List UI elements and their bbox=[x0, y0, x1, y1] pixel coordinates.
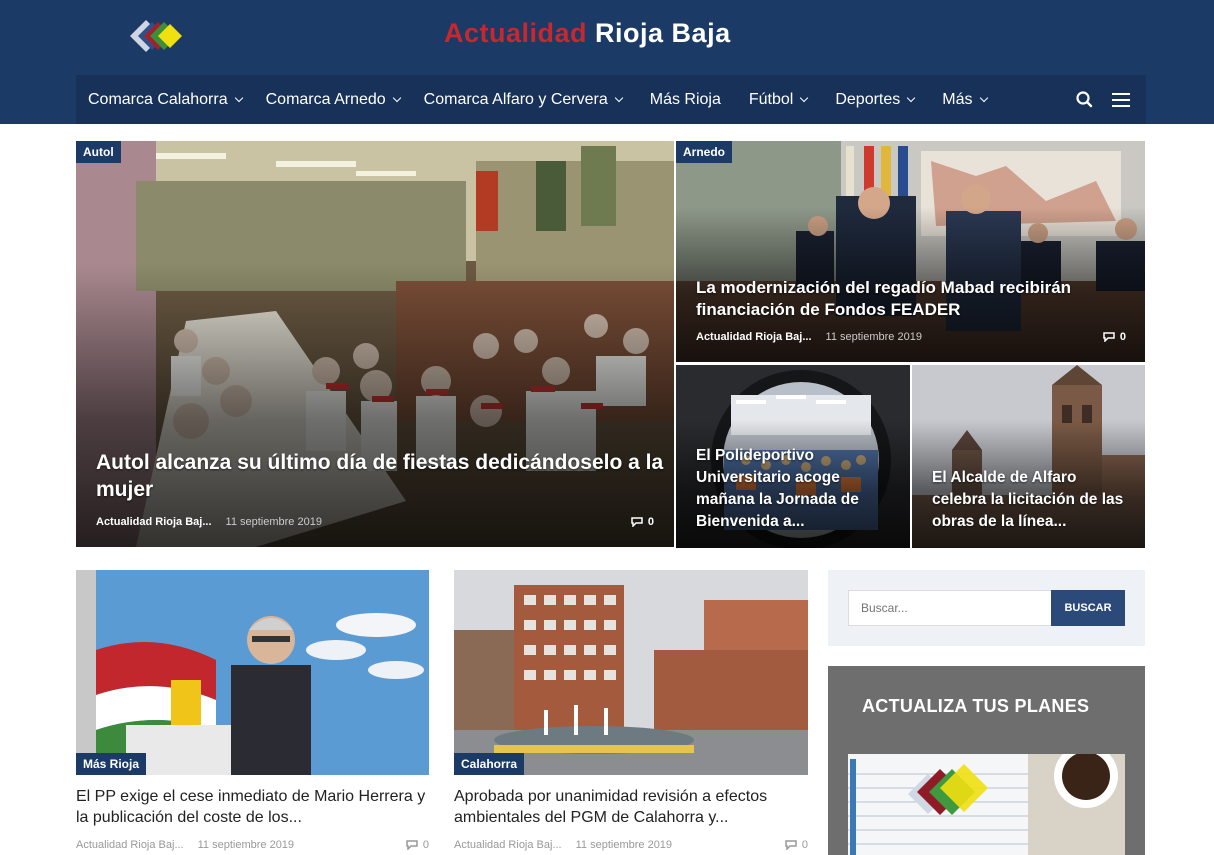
article-card-title[interactable]: Aprobada por unanimidad revisión a efect… bbox=[454, 787, 808, 829]
hero-main-meta: Actualidad Rioja Baj... 11 septiembre 20… bbox=[96, 516, 654, 528]
sidebar-search-input[interactable] bbox=[848, 590, 1052, 626]
nav-item-mas-rioja[interactable]: Más Rioja bbox=[634, 75, 737, 124]
comments-count[interactable]: 0 bbox=[1103, 331, 1126, 343]
chevron-down-icon bbox=[234, 93, 243, 102]
article-card-image[interactable]: Calahorra bbox=[454, 570, 808, 775]
article-author[interactable]: Actualidad Rioja Baj... bbox=[96, 516, 212, 528]
notebook-logo-image bbox=[848, 754, 1125, 855]
site-title-part1: Actualidad bbox=[444, 18, 588, 48]
hero-top-right-article[interactable]: Arnedo La modernización del regadío Maba… bbox=[676, 141, 1145, 362]
comments-count[interactable]: 0 bbox=[631, 516, 654, 528]
hero-main-gradient bbox=[76, 262, 674, 547]
article-date: 11 septiembre 2019 bbox=[825, 331, 922, 343]
article-card-photo bbox=[76, 570, 429, 775]
nav-item-mas[interactable]: Más bbox=[926, 75, 998, 124]
nav-label: Deportes bbox=[835, 90, 901, 108]
chevron-down-icon bbox=[800, 93, 809, 102]
comments-number: 0 bbox=[647, 516, 654, 528]
search-icon[interactable] bbox=[1074, 89, 1096, 111]
category-badge[interactable]: Calahorra bbox=[454, 753, 525, 775]
article-card-photo bbox=[454, 570, 808, 775]
comments-number: 0 bbox=[801, 838, 808, 851]
plan-widget-image[interactable] bbox=[848, 754, 1125, 855]
nav-item-comarca-alfaro-cervera[interactable]: Comarca Alfaro y Cervera bbox=[412, 75, 634, 124]
site-header: Actualidad Rioja Baja Comarca Calahorra … bbox=[0, 0, 1214, 124]
chevron-down-icon bbox=[979, 93, 988, 102]
hero-bottom-right-title[interactable]: El Alcalde de Alfaro celebra la licitaci… bbox=[932, 467, 1132, 533]
comments-icon bbox=[1103, 332, 1115, 342]
hero-main-article[interactable]: Autol Autol alcanza su último día de fie… bbox=[76, 141, 674, 547]
hero-top-right-meta: Actualidad Rioja Baj... 11 septiembre 20… bbox=[696, 331, 1126, 343]
hero-top-right-title[interactable]: La modernización del regadío Mabad recib… bbox=[696, 277, 1126, 321]
nav-label: Fútbol bbox=[748, 90, 794, 108]
hero-bottom-left-title[interactable]: El Polideportivo Universitario acoge mañ… bbox=[696, 445, 896, 533]
site-title-part2: Rioja Baja bbox=[595, 18, 731, 48]
nav-item-comarca-calahorra[interactable]: Comarca Calahorra bbox=[76, 75, 254, 124]
sidebar-search-widget: BUSCAR bbox=[828, 570, 1145, 646]
hero-bottom-right-article[interactable]: El Alcalde de Alfaro celebra la licitaci… bbox=[912, 365, 1145, 548]
article-author[interactable]: Actualidad Rioja Baj... bbox=[76, 839, 184, 851]
nav-label: Más bbox=[942, 90, 973, 108]
nav-label: Comarca Calahorra bbox=[88, 90, 228, 108]
category-badge[interactable]: Más Rioja bbox=[76, 753, 147, 775]
article-date: 11 septiembre 2019 bbox=[197, 838, 295, 851]
comments-count[interactable]: 0 bbox=[406, 839, 429, 851]
hamburger-menu-icon[interactable] bbox=[1110, 89, 1132, 111]
comments-number: 0 bbox=[422, 838, 429, 851]
article-author[interactable]: Actualidad Rioja Baj... bbox=[696, 331, 812, 343]
nav-label: Más Rioja bbox=[649, 90, 721, 108]
comments-number: 0 bbox=[1119, 331, 1126, 343]
nav-item-comarca-arnedo[interactable]: Comarca Arnedo bbox=[254, 75, 412, 124]
site-title[interactable]: Actualidad Rioja Baja bbox=[444, 18, 731, 49]
nav-icons bbox=[1074, 75, 1132, 124]
nav-item-futbol[interactable]: Fútbol bbox=[737, 75, 819, 124]
main-navigation: Comarca Calahorra Comarca Arnedo Comarca… bbox=[76, 75, 1146, 124]
comments-icon bbox=[631, 517, 643, 527]
nav-label: Comarca Alfaro y Cervera bbox=[423, 90, 608, 108]
hero-bottom-left-article[interactable]: El Polideportivo Universitario acoge mañ… bbox=[676, 365, 910, 548]
site-logo-icon[interactable] bbox=[128, 18, 184, 54]
chevron-down-icon bbox=[907, 93, 916, 102]
article-card-title[interactable]: El PP exige el cese inmediato de Mario H… bbox=[76, 787, 429, 829]
article-date: 11 septiembre 2019 bbox=[225, 516, 322, 528]
sidebar-plan-widget: ACTUALIZA TUS PLANES bbox=[828, 666, 1145, 855]
nav-label: Comarca Arnedo bbox=[265, 90, 386, 108]
article-card-image[interactable]: Más Rioja bbox=[76, 570, 429, 775]
category-badge[interactable]: Arnedo bbox=[676, 141, 732, 163]
chevron-down-icon bbox=[392, 93, 401, 102]
plan-widget-title: ACTUALIZA TUS PLANES bbox=[862, 696, 1090, 716]
nav-item-deportes[interactable]: Deportes bbox=[819, 75, 926, 124]
article-card-meta: Actualidad Rioja Baj... 11 septiembre 20… bbox=[76, 839, 429, 851]
comments-count[interactable]: 0 bbox=[785, 839, 808, 851]
article-card-meta: Actualidad Rioja Baj... 11 septiembre 20… bbox=[454, 839, 808, 851]
hero-main-title[interactable]: Autol alcanza su último día de fiestas d… bbox=[96, 449, 666, 504]
article-author[interactable]: Actualidad Rioja Baj... bbox=[454, 839, 562, 851]
article-card[interactable]: Calahorra Aprobada por unanimidad revisi… bbox=[454, 570, 808, 851]
article-date: 11 septiembre 2019 bbox=[575, 838, 673, 851]
comments-icon bbox=[406, 839, 418, 850]
comments-icon bbox=[785, 839, 797, 850]
chevron-down-icon bbox=[614, 93, 623, 102]
sidebar-search-button[interactable]: BUSCAR bbox=[1051, 590, 1125, 626]
article-card[interactable]: Más Rioja El PP exige el cese inmediato … bbox=[76, 570, 429, 851]
category-badge[interactable]: Autol bbox=[76, 141, 121, 163]
